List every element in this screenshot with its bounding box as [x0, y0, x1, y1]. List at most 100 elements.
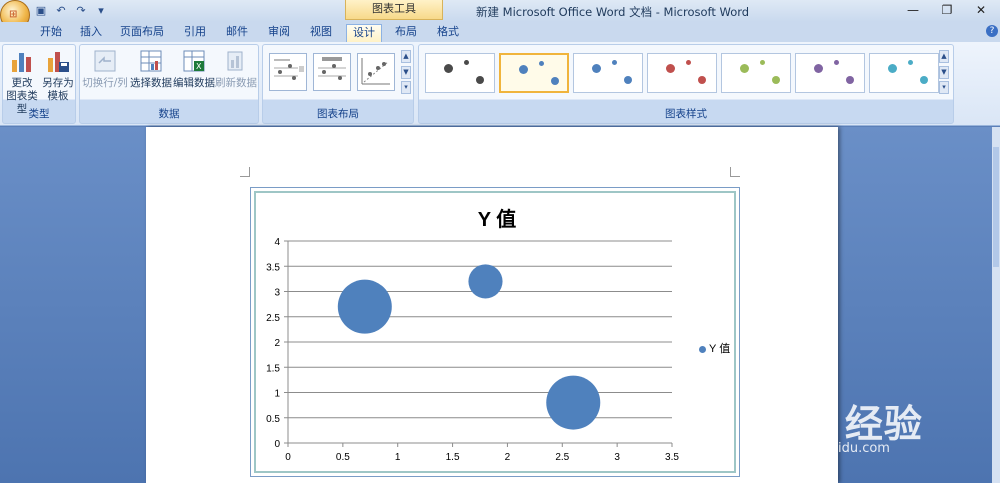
style-preview-dot — [539, 61, 544, 66]
switch-row-column-icon — [94, 50, 116, 72]
layout-preview-icon — [361, 58, 390, 85]
help-icon[interactable]: ? — [986, 25, 998, 37]
save-icon[interactable]: ▣ — [34, 4, 48, 18]
layout-preview-icon — [274, 59, 304, 80]
tab-home[interactable]: 开始 — [33, 24, 69, 42]
style-preview-dot — [666, 64, 675, 73]
minimize-button[interactable]: — — [902, 2, 924, 18]
x-tick-label: 3.5 — [665, 452, 679, 463]
redo-icon[interactable]: ↷ — [74, 4, 88, 18]
layout-preview-icon — [318, 57, 346, 80]
style-preview-dot — [698, 76, 706, 84]
chart-layout-2[interactable] — [313, 53, 351, 91]
y-tick-label: 1 — [274, 389, 280, 400]
scroll-down-icon[interactable]: ▼ — [401, 65, 411, 79]
chart-style-3[interactable] — [573, 53, 643, 93]
tab-page-layout[interactable]: 页面布局 — [116, 24, 168, 42]
window-title: 新建 Microsoft Office Word 文档 - Microsoft … — [476, 5, 750, 19]
tab-format[interactable]: 格式 — [430, 24, 466, 42]
x-tick-label: 2 — [505, 452, 511, 463]
save-template-icon — [48, 52, 69, 72]
tab-layout[interactable]: 布局 — [388, 24, 424, 42]
watermark-logo: Bai 经验 — [760, 402, 923, 446]
group-data: 切换行/列 选择数据 X 编辑数据 刷新数据 数据 — [79, 44, 259, 124]
style-preview-dot — [476, 76, 484, 84]
chart-style-6[interactable] — [795, 53, 865, 93]
group-label-chart-layout: 图表布局 — [317, 108, 359, 120]
tab-insert[interactable]: 插入 — [73, 24, 109, 42]
x-tick-label: 2.5 — [555, 452, 569, 463]
style-preview-dot — [908, 60, 913, 65]
title-bar: ⊞ ▣ ↶ ↷ ▾ 图表工具 新建 Microsoft Office Word … — [0, 0, 1000, 30]
layout-gallery-scroll: ▲ ▼ ▾ — [401, 50, 411, 94]
more-icon[interactable]: ▾ — [939, 81, 949, 94]
tab-review[interactable]: 审阅 — [261, 24, 297, 42]
y-tick-label: 4 — [274, 237, 280, 248]
y-tick-label: 2.5 — [266, 313, 280, 324]
edit-data-button[interactable]: X 编辑数据 — [173, 48, 215, 90]
style-preview-dot — [686, 60, 691, 65]
undo-icon[interactable]: ↶ — [54, 4, 68, 18]
tab-references[interactable]: 引用 — [177, 24, 213, 42]
refresh-data-button[interactable]: 刷新数据 — [215, 48, 257, 90]
vertical-scrollbar[interactable] — [992, 127, 1000, 483]
group-chart-layout: ▲ ▼ ▾ 图表布局 — [262, 44, 414, 124]
y-tick-label: 3.5 — [266, 262, 280, 273]
style-preview-dot — [920, 76, 928, 84]
style-preview-dot — [612, 60, 617, 65]
legend-label: Y 值 — [709, 343, 731, 355]
chart-area[interactable]: Y 值 0 0.5 1 1.5 2 2.5 3 3.5 4 0 0.5 1 1.5 2 2.5 3 3.5 Y … — [254, 191, 736, 473]
chart-style-5[interactable] — [721, 53, 791, 93]
x-tick-label: 1 — [395, 452, 401, 463]
select-data-button[interactable]: 选择数据 — [130, 48, 172, 90]
chart-style-7[interactable] — [869, 53, 939, 93]
y-tick-label: 0 — [274, 439, 280, 450]
style-preview-dot — [760, 60, 765, 65]
ribbon: 更改 图表类型 另存为 模板 类型 切换行/列 选择数据 X 编辑数据 刷新数据… — [0, 42, 1000, 126]
x-tick-label: 1.5 — [446, 452, 460, 463]
scroll-up-icon[interactable]: ▲ — [401, 50, 411, 63]
office-logo-icon: ⊞ — [9, 9, 18, 20]
save-as-template-button[interactable]: 另存为 模板 — [41, 48, 75, 103]
group-label-type: 类型 — [28, 108, 50, 120]
style-preview-dot — [772, 76, 780, 84]
x-tick-label: 0 — [285, 452, 291, 463]
document-page[interactable]: Y 值 0 0.5 1 1.5 2 2.5 3 3.5 4 0 0.5 1 1.5 2 2.5 3 3.5 Y … — [146, 127, 838, 483]
style-preview-dot — [624, 76, 632, 84]
more-icon[interactable]: ▾ — [401, 81, 411, 94]
chart-style-1[interactable] — [425, 53, 495, 93]
y-tick-label: 1.5 — [266, 363, 280, 374]
plot-area[interactable]: 0 0.5 1 1.5 2 2.5 3 3.5 4 0 0.5 1 1.5 2 2.5 3 3.5 — [256, 193, 734, 471]
bubble[interactable] — [546, 375, 601, 430]
scrollbar-thumb[interactable] — [993, 147, 999, 267]
x-tick-label: 3 — [614, 452, 620, 463]
chart-layout-3[interactable] — [357, 53, 395, 91]
group-label-data: 数据 — [158, 108, 180, 120]
ribbon-tabs: 开始 插入 页面布局 引用 邮件 审阅 视图 设计 布局 格式 — [0, 22, 1000, 42]
chart-layout-1[interactable] — [269, 53, 307, 91]
scroll-down-icon[interactable]: ▼ — [939, 65, 949, 79]
crop-mark — [730, 167, 740, 177]
x-tick-label: 0.5 — [336, 452, 350, 463]
tab-view[interactable]: 视图 — [303, 24, 339, 42]
edit-data-icon: X — [183, 50, 205, 72]
scroll-up-icon[interactable]: ▲ — [939, 50, 949, 63]
chart-tools-context-tab: 图表工具 — [345, 0, 443, 20]
bubble[interactable] — [337, 279, 392, 334]
restore-button[interactable]: ❐ — [936, 2, 958, 18]
style-preview-dot — [846, 76, 854, 84]
tab-mailings[interactable]: 邮件 — [219, 24, 255, 42]
bubble[interactable] — [468, 264, 503, 299]
switch-row-column-button[interactable]: 切换行/列 — [82, 48, 128, 90]
customize-icon[interactable]: ▾ — [94, 4, 108, 18]
chart-legend[interactable]: Y 值 — [699, 340, 730, 356]
tab-design[interactable]: 设计 — [346, 24, 382, 42]
baidu-watermark: Bai 经验 jingyan.baidu.com — [760, 373, 990, 483]
select-data-icon — [140, 50, 162, 72]
style-preview-dot — [592, 64, 601, 73]
close-button[interactable]: ✕ — [970, 2, 992, 18]
chart-style-4[interactable] — [647, 53, 717, 93]
crop-mark — [240, 167, 250, 177]
chart-style-2[interactable] — [499, 53, 569, 93]
style-preview-dot — [519, 65, 528, 74]
